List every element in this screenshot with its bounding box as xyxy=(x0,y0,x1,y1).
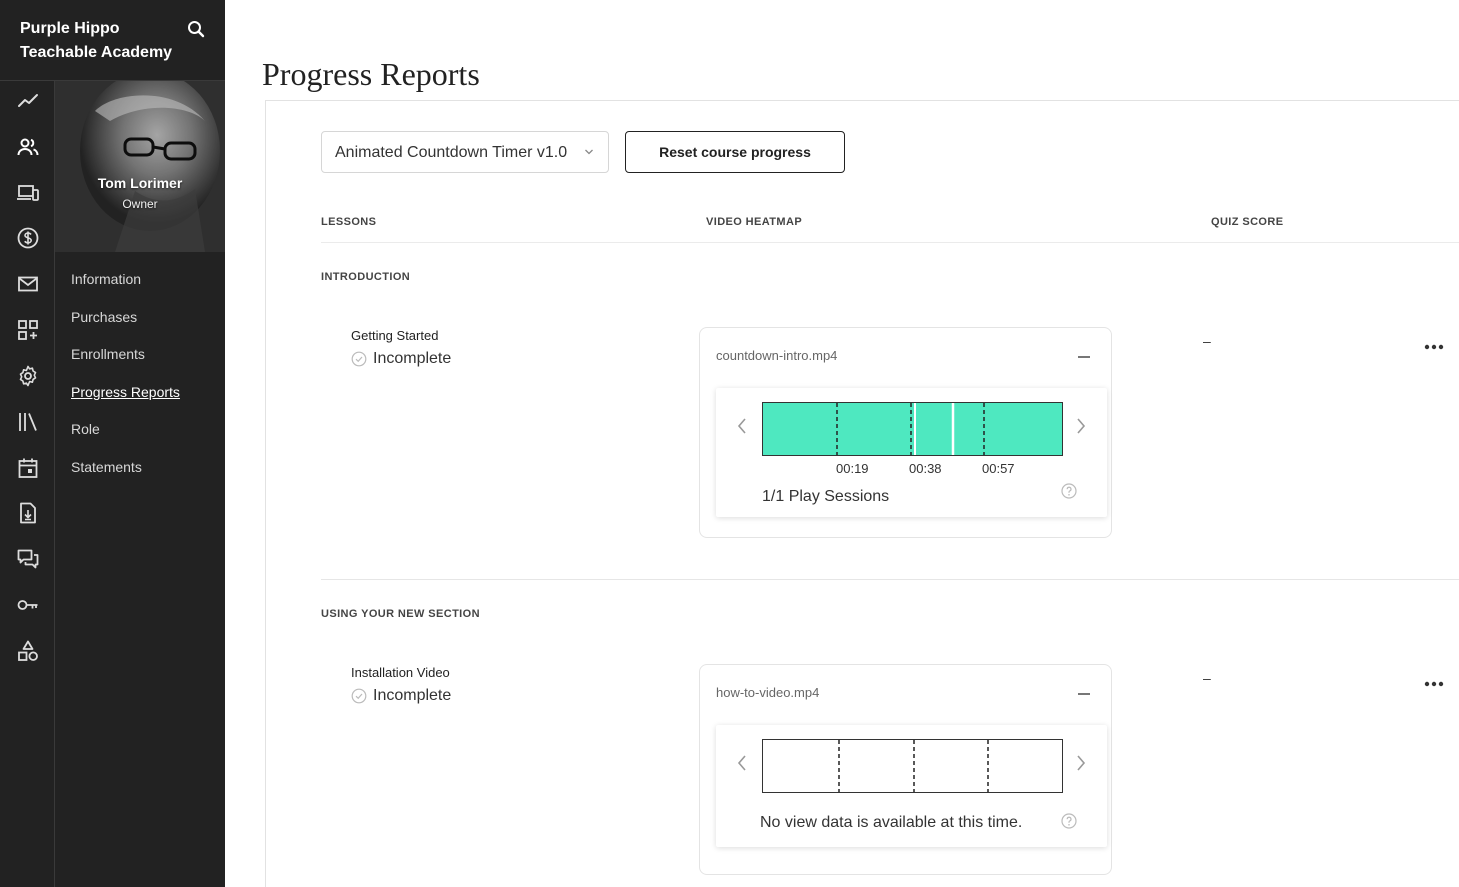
lesson-name: Installation Video xyxy=(351,665,450,680)
key-icon[interactable] xyxy=(16,593,40,617)
more-options-icon[interactable] xyxy=(1423,342,1445,352)
video-heatmap-card: countdown-intro.mp4 00:19 00:38 00:57 1/… xyxy=(699,327,1112,538)
column-header-video-heatmap: VIDEO HEATMAP xyxy=(706,216,803,228)
subnav-item-enrollments[interactable]: Enrollments xyxy=(71,345,180,383)
heatmap-tick-label: 00:38 xyxy=(909,461,942,476)
icon-rail xyxy=(0,81,55,887)
page-title: Progress Reports xyxy=(262,56,480,92)
video-filename: countdown-intro.mp4 xyxy=(716,348,838,363)
calendar-icon[interactable] xyxy=(16,456,40,480)
chevron-right-icon[interactable] xyxy=(1075,417,1087,435)
no-data-message: No view data is available at this time. xyxy=(760,814,1023,831)
reset-course-progress-button[interactable]: Reset course progress xyxy=(625,131,845,173)
section-title: INTRODUCTION xyxy=(321,271,411,283)
school-name: Purple Hippo Teachable Academy xyxy=(20,20,173,61)
heatmap-bar[interactable] xyxy=(762,739,1063,793)
subnav-item-information[interactable]: Information xyxy=(71,270,180,308)
file-download-icon[interactable] xyxy=(16,501,40,525)
check-circle-icon xyxy=(351,351,367,367)
header-divider xyxy=(321,242,1459,243)
search-icon[interactable] xyxy=(186,19,206,39)
collapse-icon[interactable] xyxy=(1077,350,1091,364)
user-profile-card[interactable]: Tom Lorimer Owner xyxy=(55,81,225,252)
collapse-icon[interactable] xyxy=(1077,687,1091,701)
subnav-item-purchases[interactable]: Purchases xyxy=(71,308,180,346)
heatmap-bar[interactable] xyxy=(762,402,1063,456)
play-sessions-label: 1/1 Play Sessions xyxy=(762,488,890,505)
sidebar: Purple Hippo Teachable Academy Tom Lorim… xyxy=(0,0,225,887)
subnav-item-statements[interactable]: Statements xyxy=(71,458,180,496)
apps-add-icon[interactable] xyxy=(16,318,40,342)
video-heatmap-card: how-to-video.mp4 No view data is availab… xyxy=(699,664,1112,875)
main-content: Progress Reports Animated Countdown Time… xyxy=(225,0,1459,887)
library-icon[interactable] xyxy=(16,410,40,434)
profile-role: Owner xyxy=(122,197,158,211)
lesson-status-text: Incomplete xyxy=(373,350,452,367)
lesson-status: Incomplete xyxy=(351,687,451,705)
subnav-item-progress-reports[interactable]: Progress Reports xyxy=(71,383,180,421)
chevron-right-icon[interactable] xyxy=(1075,754,1087,772)
school-header: Purple Hippo Teachable Academy xyxy=(0,0,225,81)
heatmap-tick-label: 00:19 xyxy=(836,461,869,476)
quiz-score: – xyxy=(1203,670,1211,686)
column-header-lessons: LESSONS xyxy=(321,216,377,228)
avatar xyxy=(55,81,225,252)
user-subnav: Information Purchases Enrollments Progre… xyxy=(71,270,180,495)
chevron-down-icon xyxy=(585,149,593,155)
help-icon[interactable] xyxy=(1061,813,1077,829)
section-title: USING YOUR NEW SECTION xyxy=(321,608,480,620)
chat-icon[interactable] xyxy=(16,547,40,571)
lesson-status-text: Incomplete xyxy=(373,687,452,704)
check-circle-icon xyxy=(351,688,367,704)
chevron-left-icon[interactable] xyxy=(736,754,748,772)
heatmap-tick-label: 00:57 xyxy=(982,461,1015,476)
heatmap-viewer: 00:19 00:38 00:57 1/1 Play Sessions xyxy=(716,388,1107,517)
quiz-score: – xyxy=(1203,333,1211,349)
lesson-status: Incomplete xyxy=(351,350,451,368)
column-header-quiz-score: QUIZ SCORE xyxy=(1211,216,1284,228)
shapes-icon[interactable] xyxy=(16,639,40,663)
devices-icon[interactable] xyxy=(16,181,40,205)
heatmap-viewer: No view data is available at this time. xyxy=(716,725,1107,847)
course-select-value: Animated Countdown Timer v1.0 xyxy=(335,144,568,161)
lesson-name: Getting Started xyxy=(351,328,439,343)
trend-line-icon[interactable] xyxy=(16,89,40,113)
help-icon[interactable] xyxy=(1061,483,1077,499)
profile-name: Tom Lorimer xyxy=(97,175,183,191)
dollar-icon[interactable] xyxy=(16,226,40,250)
app-window: Purple Hippo Teachable Academy Tom Lorim… xyxy=(0,0,1459,887)
section-divider xyxy=(321,579,1459,580)
course-select[interactable]: Animated Countdown Timer v1.0 xyxy=(321,131,609,173)
subnav-item-role[interactable]: Role xyxy=(71,420,180,458)
video-filename: how-to-video.mp4 xyxy=(716,685,820,700)
users-icon[interactable] xyxy=(16,135,40,159)
chevron-left-icon[interactable] xyxy=(736,417,748,435)
mail-icon[interactable] xyxy=(16,272,40,296)
more-options-icon[interactable] xyxy=(1423,679,1445,689)
gear-icon[interactable] xyxy=(16,364,40,388)
